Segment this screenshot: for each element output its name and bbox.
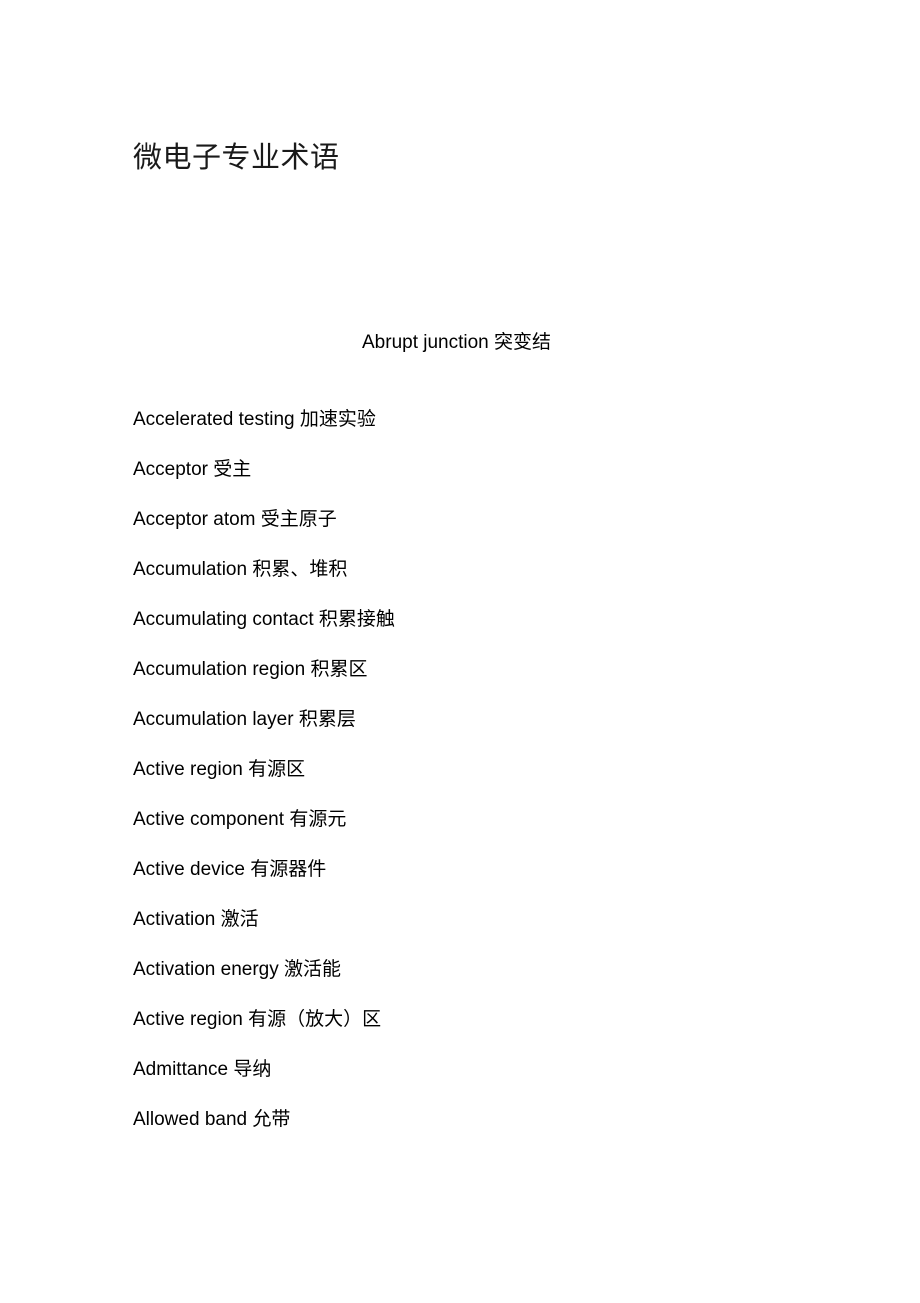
page-title: 微电子专业术语 — [133, 140, 340, 175]
glossary-term-chinese: 激活 — [220, 908, 259, 930]
glossary-term-english: Admittance — [133, 1059, 229, 1080]
glossary-term-english: Active component — [133, 809, 285, 830]
glossary-entry: Activation 激活 — [133, 906, 833, 956]
glossary-term-english: Active region — [133, 759, 243, 780]
glossary-entry: Accumulation 积累、堆积 — [133, 556, 833, 606]
glossary-term-english: Active region — [133, 1009, 243, 1030]
glossary-term-chinese: 有源器件 — [250, 858, 327, 880]
glossary-term-chinese: 受主原子 — [260, 508, 337, 530]
glossary-entry: Active device 有源器件 — [133, 856, 833, 906]
glossary-entry: Active region 有源区 — [133, 756, 833, 806]
glossary-term-english: Active device — [133, 859, 245, 880]
glossary-lead-entry: Abrupt junction 突变结 — [362, 332, 552, 353]
glossary-term-chinese: 积累、堆积 — [252, 558, 348, 580]
glossary-entry: Active region 有源（放大）区 — [133, 1006, 833, 1056]
glossary-term-chinese: 激活能 — [284, 958, 342, 980]
glossary-term-english: Allowed band — [133, 1109, 248, 1130]
glossary-term-chinese: 积累层 — [298, 708, 356, 730]
glossary-term-english: Activation energy — [133, 959, 279, 980]
document-page: 微电子专业术语 Abrupt junction 突变结 Accelerated … — [0, 0, 920, 1303]
glossary-term-chinese: 有源元 — [289, 808, 347, 830]
glossary-term-english: Accumulating contact — [133, 609, 314, 630]
glossary-term-english: Acceptor — [133, 459, 208, 480]
glossary-entry: Admittance 导纳 — [133, 1056, 833, 1106]
glossary-term-english: Accumulation — [133, 559, 248, 580]
glossary-term-chinese: 允带 — [252, 1108, 291, 1130]
glossary-entry: Accumulation layer 积累层 — [133, 706, 833, 756]
glossary-term-english: Accumulation layer — [133, 709, 294, 730]
glossary-entry: Accumulating contact 积累接触 — [133, 606, 833, 656]
glossary-term-chinese: 积累区 — [310, 658, 368, 680]
glossary-entry: Allowed band 允带 — [133, 1106, 833, 1156]
glossary-term-chinese: 有源区 — [248, 758, 306, 780]
glossary-entry: Activation energy 激活能 — [133, 956, 833, 1006]
glossary-term-english: Accumulation region — [133, 659, 306, 680]
glossary-term-chinese: 导纳 — [233, 1058, 272, 1080]
glossary-term-chinese: 加速实验 — [299, 408, 376, 430]
glossary-entry: Accumulation region 积累区 — [133, 656, 833, 706]
glossary-entry: Accelerated testing 加速实验 — [133, 406, 833, 456]
glossary-term-chinese: 受主 — [213, 458, 252, 480]
glossary-entry: Acceptor 受主 — [133, 456, 833, 506]
glossary-entry: Active component 有源元 — [133, 806, 833, 856]
glossary-entry: Acceptor atom 受主原子 — [133, 506, 833, 556]
glossary-term-english: Acceptor atom — [133, 509, 256, 530]
glossary-term-chinese: 有源（放大）区 — [248, 1008, 382, 1030]
glossary-term-english: Accelerated testing — [133, 409, 295, 430]
glossary-term-chinese: 积累接触 — [318, 608, 395, 630]
glossary-term-english: Activation — [133, 909, 216, 930]
glossary-list: Accelerated testing 加速实验 Acceptor 受主 Accep… — [133, 406, 833, 1156]
